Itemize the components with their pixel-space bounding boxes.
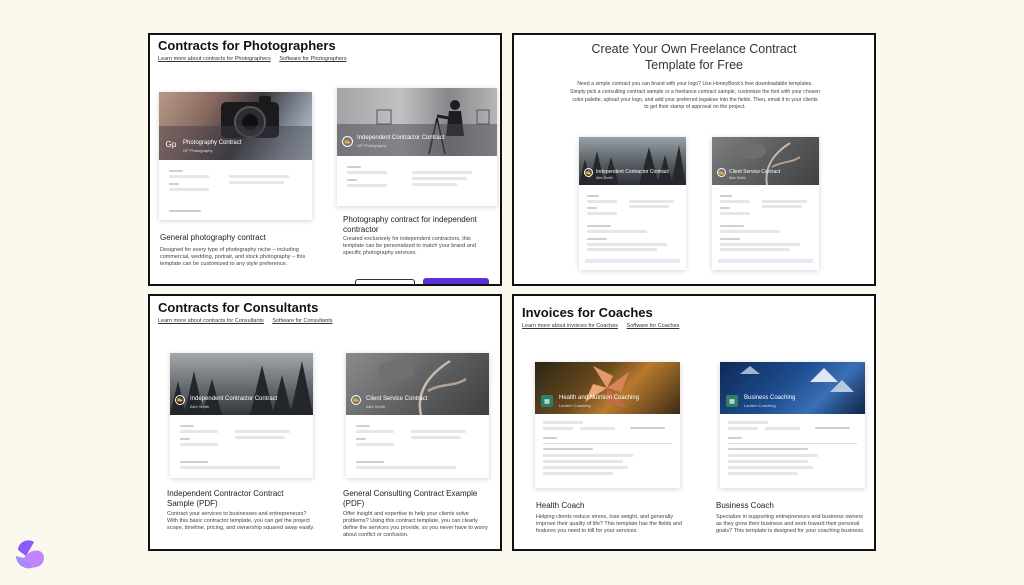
thumbnail-subtitle: Lantern Coaching (559, 403, 591, 408)
thumbnail-subtitle: Alex Smith (190, 404, 210, 409)
coaches-panel: Invoices for Coaches Learn more about in… (512, 294, 876, 551)
thumbnail-title: Business Coaching (744, 395, 796, 401)
building-icon: ▦ (726, 395, 738, 407)
signature-icon: ✍ (175, 395, 185, 405)
template-description: Specialize in supporting entrepreneurs a… (716, 514, 865, 534)
template-card[interactable]: ✍ Client Service Contract Alex Smith (346, 353, 489, 478)
thumbnail-title: Independent Contractor Contract (596, 169, 669, 175)
template-thumbnail: ✍ Client Service Contract Alex Smith (712, 137, 819, 185)
freelance-panel: Create Your Own Freelance Contract Templ… (512, 33, 876, 286)
template-card[interactable]: ▦ Business Coaching Lantern Coaching (720, 362, 865, 488)
template-card[interactable]: ✍ Independent Contractor Contract GP Pho… (337, 88, 497, 206)
thumbnail-title: Independent Contractor Contract (190, 396, 278, 402)
template-card[interactable]: ✍ Independent Contractor Contract Alex S… (170, 353, 313, 478)
template-description: Contract your services to businesses and… (167, 511, 315, 531)
thumbnail-subtitle: Alex Smith (596, 176, 613, 180)
paper-boats-image (740, 366, 854, 392)
template-description: Offer insight and expertise to help your… (343, 511, 488, 538)
template-description: Created exclusively for independent cont… (343, 236, 476, 256)
thumbnail-title: Health and Nutrition Coaching (559, 395, 640, 401)
panel-title: Contracts for Consultants (158, 300, 319, 315)
template-title: Health Coach (536, 501, 585, 510)
template-description: Helping clients reduce stress, lose weig… (536, 514, 683, 534)
software-link[interactable]: Software for Photographers (279, 56, 346, 62)
template-card[interactable]: ✍ Independent Contractor Contract Alex S… (579, 137, 686, 270)
use-template-button[interactable] (423, 278, 489, 284)
section-intro: Need a simple contract you can brand wit… (570, 81, 820, 111)
software-link[interactable]: Software for Consultants (272, 318, 332, 324)
signature-icon: ✍ (351, 395, 361, 405)
preview-button[interactable] (355, 279, 415, 284)
thumbnail-subtitle: GP Photography (183, 148, 213, 153)
learn-more-link[interactable]: Learn more about contracts for Consultan… (158, 318, 264, 324)
template-thumbnail: Gp Photography Contract GP Photography (159, 92, 312, 160)
template-title: General photography contract (160, 233, 266, 242)
template-card[interactable]: ✍ Client Service Contract Alex Smith (712, 137, 819, 270)
template-thumbnail: ✍ Independent Contractor Contract GP Pho… (337, 88, 497, 156)
template-thumbnail: ✍ Independent Contractor Contract Alex S… (170, 353, 313, 415)
panel-title: Contracts for Photographers (158, 38, 336, 53)
thumbnail-subtitle: GP Photography (357, 143, 387, 148)
thumbnail-title: Client Service Contract (729, 169, 781, 175)
template-title: Photography contract for independent con… (343, 215, 477, 234)
learn-more-link[interactable]: Learn more about invoices for Coaches (522, 323, 618, 329)
thumbnail-subtitle: Alex Smith (729, 176, 746, 180)
template-title: General Consulting Contract Example (PDF… (343, 489, 478, 508)
panel-links: Learn more about contracts for Photograp… (158, 56, 354, 62)
template-thumbnail: ▦ Business Coaching Lantern Coaching (720, 362, 865, 414)
software-link[interactable]: Software for Coaches (627, 323, 680, 329)
panel-links: Learn more about invoices for Coaches So… (522, 323, 686, 329)
thumbnail-subtitle: Lantern Coaching (744, 403, 776, 408)
signature-icon: ✍ (717, 168, 726, 177)
thumbnail-title: Independent Contractor Contract (357, 135, 445, 141)
photographers-panel: Contracts for Photographers Learn more a… (148, 33, 502, 286)
brand-badge: Gp (165, 140, 177, 149)
learn-more-link[interactable]: Learn more about contracts for Photograp… (158, 56, 271, 62)
signature-icon: ✍ (584, 168, 593, 177)
pinwheel-image (585, 366, 629, 408)
panel-title: Invoices for Coaches (522, 305, 653, 320)
template-thumbnail: ▦ Health and Nutrition Coaching Lantern … (535, 362, 680, 414)
template-title: Independent Contractor Contract Sample (… (167, 489, 284, 508)
building-icon: ▦ (541, 395, 553, 407)
thumbnail-title: Photography Contract (183, 140, 242, 146)
panel-links: Learn more about contracts for Consultan… (158, 318, 340, 324)
thumbnail-subtitle: Alex Smith (366, 404, 386, 409)
template-thumbnail: ✍ Independent Contractor Contract Alex S… (579, 137, 686, 185)
template-card[interactable]: Gp Photography Contract GP Photography (159, 92, 312, 220)
template-title: Business Coach (716, 501, 774, 510)
template-description: Designed for every type of photography n… (160, 247, 306, 267)
brand-logo-icon (16, 540, 44, 569)
section-heading: Create Your Own Freelance Contract Templ… (591, 42, 797, 72)
template-card[interactable]: ▦ Health and Nutrition Coaching Lantern … (535, 362, 680, 488)
signature-icon: ✍ (342, 136, 353, 147)
template-thumbnail: ✍ Client Service Contract Alex Smith (346, 353, 489, 415)
consultants-panel: Contracts for Consultants Learn more abo… (148, 294, 502, 551)
thumbnail-title: Client Service Contract (366, 396, 428, 402)
